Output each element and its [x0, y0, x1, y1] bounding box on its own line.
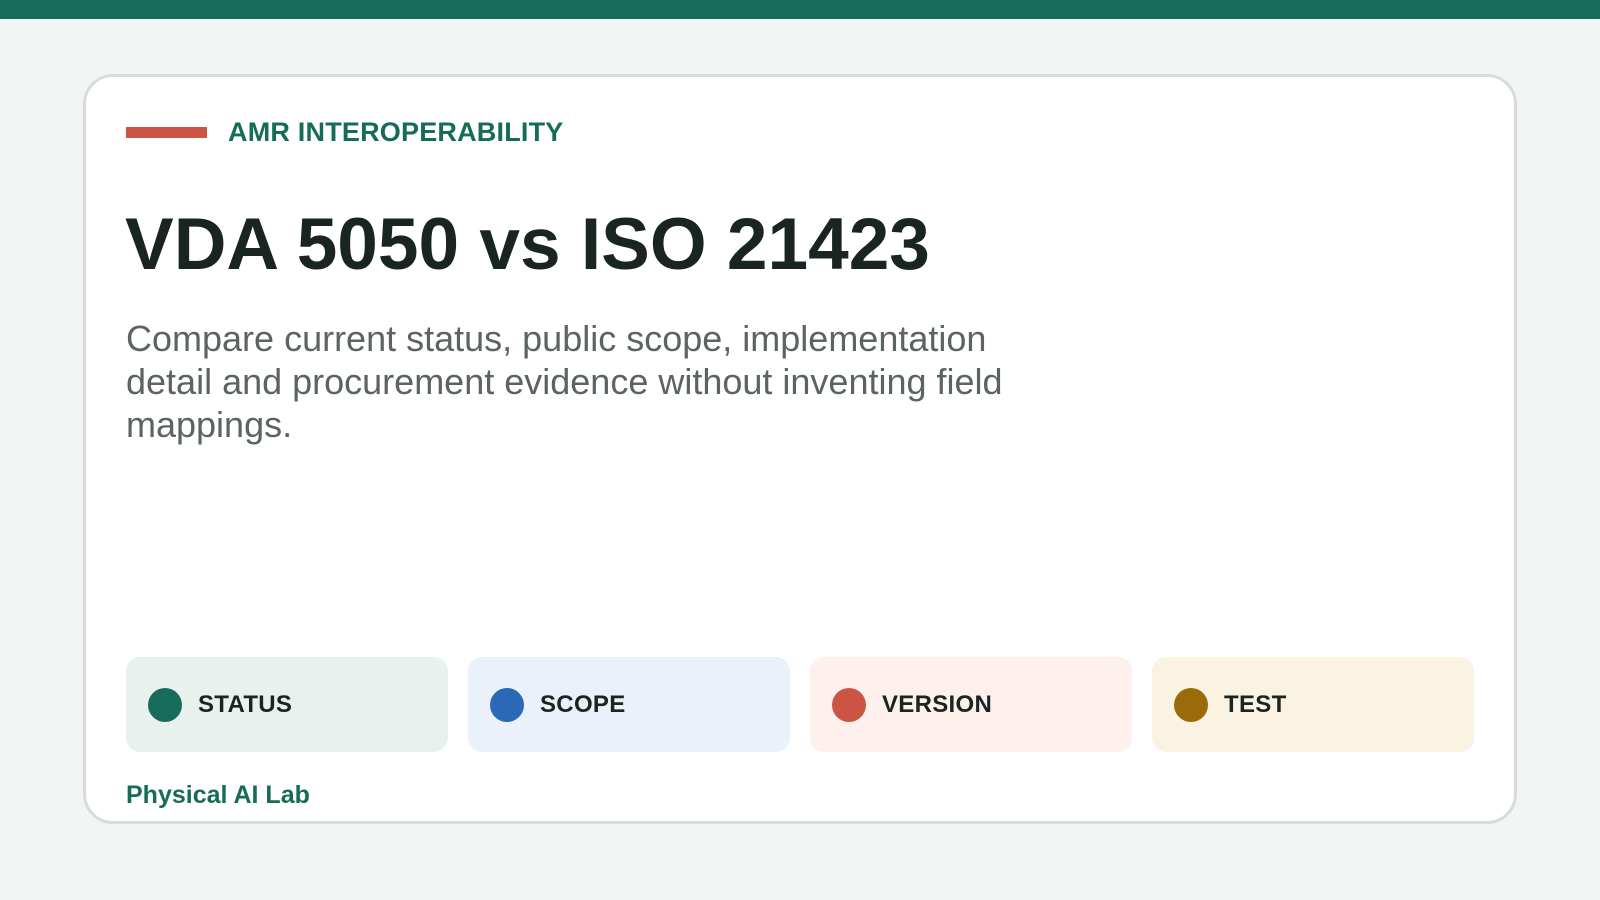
category-pills: STATUS SCOPE VERSION TEST	[126, 657, 1474, 752]
pill-version: VERSION	[810, 657, 1132, 752]
top-accent-bar	[0, 0, 1600, 19]
footer-brand: Physical AI Lab	[126, 781, 310, 809]
pill-label: VERSION	[882, 690, 993, 718]
kicker-accent-bar	[126, 126, 207, 138]
scope-dot-icon	[490, 687, 524, 722]
pill-label: STATUS	[198, 690, 293, 718]
version-dot-icon	[832, 687, 866, 722]
pill-scope: SCOPE	[468, 657, 790, 752]
kicker-label: AMR INTEROPERABILITY	[228, 117, 564, 147]
page-title: VDA 5050 vs ISO 21423	[125, 204, 930, 285]
status-dot-icon	[148, 687, 182, 722]
pill-label: TEST	[1224, 690, 1287, 718]
kicker: AMR INTEROPERABILITY	[126, 117, 564, 147]
test-dot-icon	[1174, 687, 1208, 722]
pill-test: TEST	[1152, 657, 1474, 752]
pill-status: STATUS	[126, 657, 448, 752]
page-subtitle: Compare current status, public scope, im…	[126, 318, 1003, 445]
pill-label: SCOPE	[540, 690, 626, 718]
title-card: AMR INTEROPERABILITY VDA 5050 vs ISO 214…	[83, 74, 1517, 824]
